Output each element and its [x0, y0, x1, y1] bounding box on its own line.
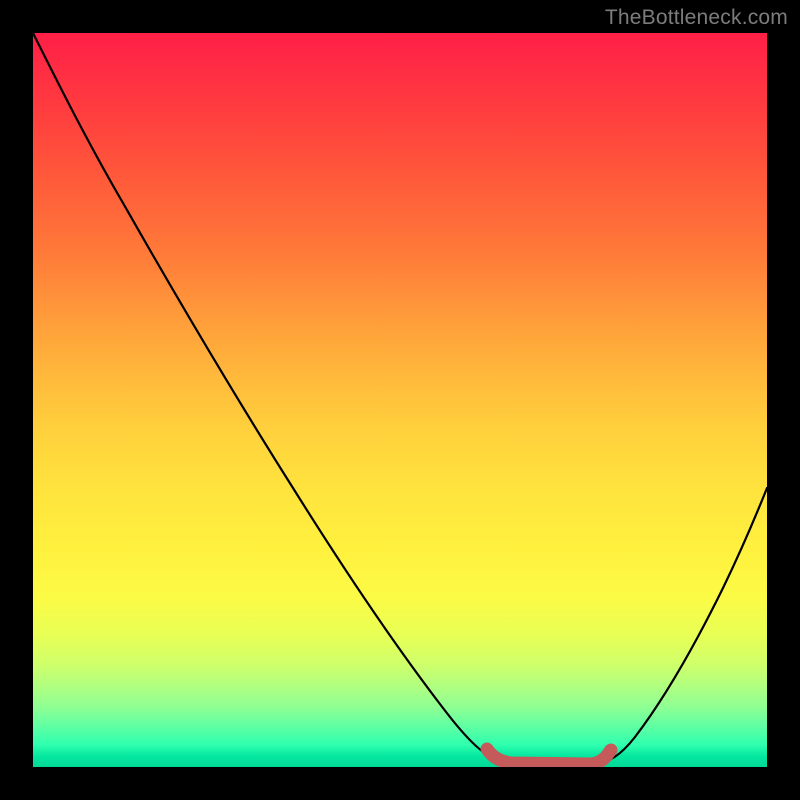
bottleneck-curve: [33, 33, 767, 764]
target-range-marker: [487, 749, 610, 764]
plot-area: [33, 33, 767, 767]
curve-svg: [33, 33, 767, 767]
target-range-end-dot: [605, 744, 618, 757]
watermark-text: TheBottleneck.com: [605, 6, 788, 30]
chart-frame: TheBottleneck.com: [0, 0, 800, 800]
